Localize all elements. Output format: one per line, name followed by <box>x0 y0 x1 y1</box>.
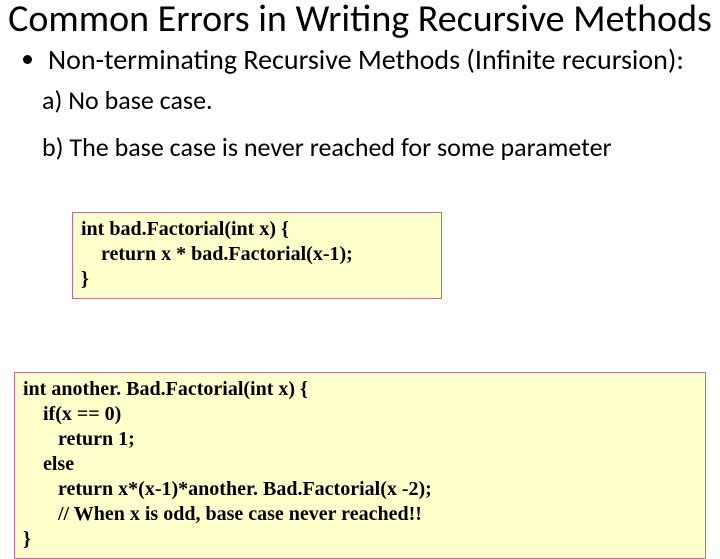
subpoint-b: b) The base case is never reached for so… <box>42 133 720 162</box>
slide-title: Common Errors in Writing Recursive Metho… <box>0 0 720 40</box>
subpoint-a: a) No base case. <box>42 86 720 115</box>
bullet-nonterminating: Non-terminating Recursive Methods (Infin… <box>48 44 702 76</box>
code-block-b: int another. Bad.Factorial(int x) { if(x… <box>14 372 706 559</box>
code-block-a: int bad.Factorial(int x) { return x * ba… <box>72 212 442 299</box>
